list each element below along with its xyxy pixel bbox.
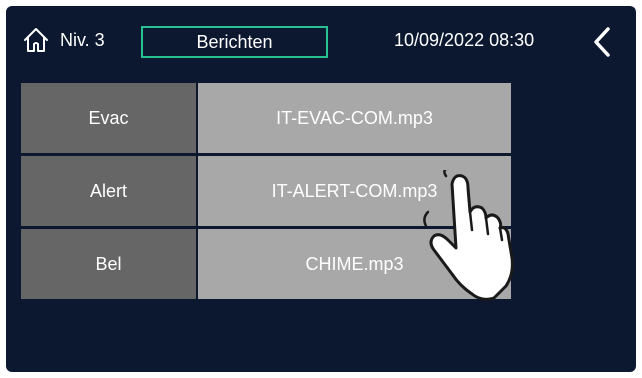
page-title: Berichten xyxy=(141,26,328,58)
message-file-cell[interactable]: IT-EVAC-COM.mp3 xyxy=(198,83,511,153)
message-label: Evac xyxy=(88,107,129,128)
home-icon[interactable] xyxy=(22,26,50,54)
message-label-cell[interactable]: Evac xyxy=(21,83,196,153)
message-file-cell[interactable]: CHIME.mp3 xyxy=(198,229,511,299)
date-time: 10/09/2022 08:30 xyxy=(394,30,535,50)
message-file-cell[interactable]: IT-ALERT-COM.mp3 xyxy=(198,156,511,226)
level-indicator: Niv. 3 xyxy=(60,30,105,50)
message-file: IT-EVAC-COM.mp3 xyxy=(276,107,433,128)
message-row-evac: Evac IT-EVAC-COM.mp3 xyxy=(21,83,511,153)
page-title-label: Berichten xyxy=(196,31,273,52)
message-label: Alert xyxy=(89,180,127,201)
message-file: IT-ALERT-COM.mp3 xyxy=(271,180,438,201)
message-label-cell[interactable]: Bel xyxy=(21,229,196,299)
device-screen: Niv. 3 Berichten 10/09/2022 08:30 Evac I… xyxy=(6,6,636,372)
message-row-bel: Bel CHIME.mp3 xyxy=(21,229,511,299)
message-file: CHIME.mp3 xyxy=(305,253,404,274)
message-label: Bel xyxy=(95,253,122,274)
message-row-alert: Alert IT-ALERT-COM.mp3 xyxy=(21,156,511,226)
message-label-cell[interactable]: Alert xyxy=(21,156,196,226)
chevron-left-icon[interactable] xyxy=(590,26,614,58)
